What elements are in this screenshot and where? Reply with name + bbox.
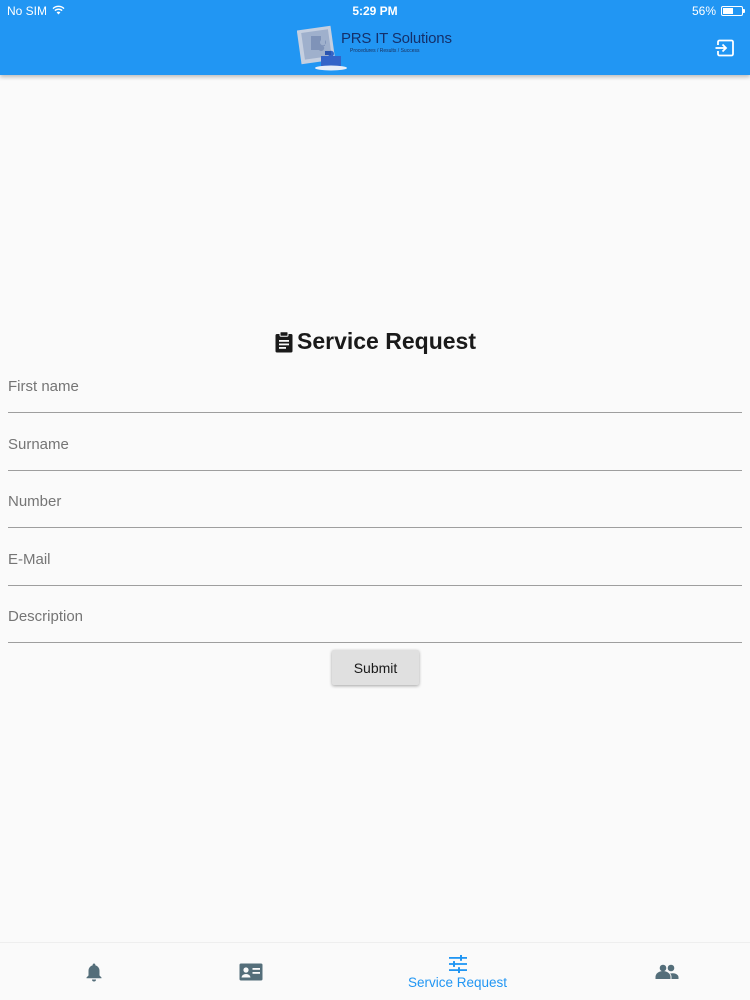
battery-percent: 56%: [691, 4, 716, 18]
email-field: [8, 546, 742, 586]
nav-item-service-request[interactable]: Service Request: [364, 943, 551, 1000]
description-field: [8, 603, 742, 643]
logo-name: PRS IT Solutions: [341, 30, 452, 47]
nav-item-service-request-label: Service Request: [407, 975, 508, 990]
email-input[interactable]: [8, 546, 742, 585]
surname-field: [8, 431, 742, 471]
page-title: Service Request: [0, 328, 750, 355]
battery-icon: [721, 6, 745, 16]
people-icon: [655, 964, 678, 979]
page-title-text: Service Request: [297, 328, 476, 354]
logo-tagline: Procedures / Results / Success: [350, 48, 420, 54]
first-name-input[interactable]: [8, 373, 742, 412]
tune-sliders-icon: [448, 955, 467, 973]
status-time: 5:29 PM: [352, 4, 398, 18]
nav-item-contact[interactable]: [157, 943, 344, 1000]
bell-icon: [86, 963, 101, 982]
exit-button[interactable]: [714, 37, 736, 59]
clipboard-icon: [275, 330, 293, 352]
app-root: No SIM 5:29 PM 56% PRS IT Solutions Proc…: [0, 0, 750, 1000]
status-right: 56%: [691, 4, 745, 18]
battery-fill: [723, 8, 733, 14]
submit-button[interactable]: Submit: [332, 650, 419, 685]
exit-to-app-icon: [715, 39, 734, 57]
contact-card-icon: [239, 963, 262, 981]
first-name-field: [8, 373, 742, 413]
nav-item-team[interactable]: [573, 943, 750, 1000]
number-input[interactable]: [8, 488, 742, 527]
surname-input[interactable]: [8, 431, 742, 470]
app-bar: No SIM 5:29 PM 56% PRS IT Solutions Proc…: [0, 0, 750, 75]
description-input[interactable]: [8, 603, 742, 642]
bottom-nav: Service Request: [0, 942, 750, 1000]
company-logo: PRS IT Solutions Procedures / Results / …: [297, 22, 457, 74]
number-field: [8, 488, 742, 528]
status-bar: No SIM 5:29 PM 56%: [0, 0, 750, 22]
